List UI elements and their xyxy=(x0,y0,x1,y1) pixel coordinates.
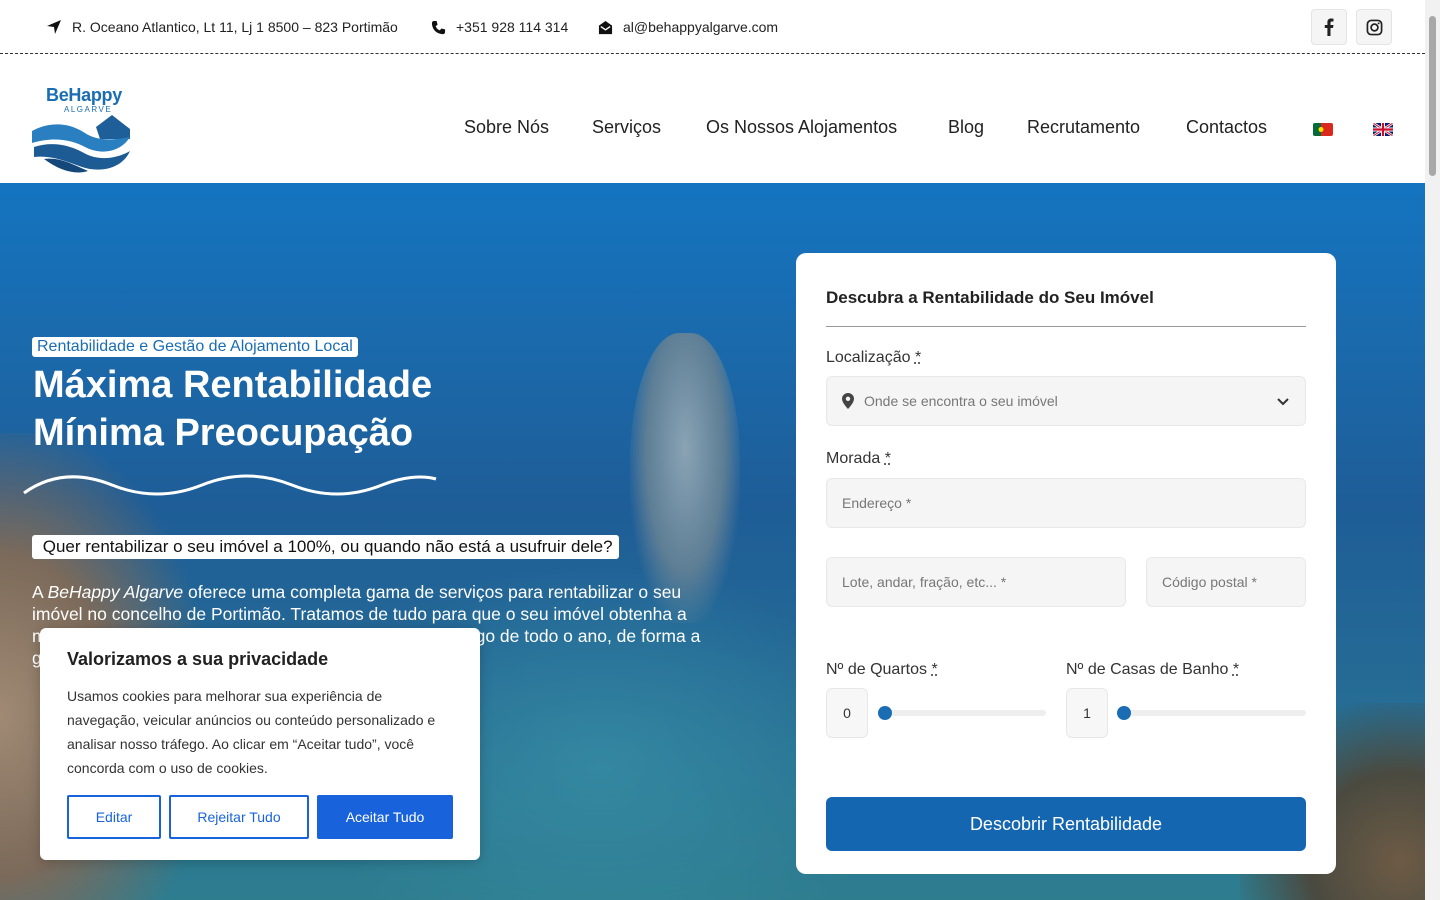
phone-icon xyxy=(431,20,446,34)
page-scrollbar[interactable] xyxy=(1425,0,1440,900)
facebook-icon xyxy=(1324,18,1334,36)
email-text: al@behappyalgarve.com xyxy=(623,19,779,35)
hero-headline: Máxima Rentabilidade Mínima Preocupação xyxy=(33,361,432,457)
address-text: R. Oceano Atlantico, Lt 11, Lj 1 8500 – … xyxy=(72,19,398,35)
instagram-button[interactable] xyxy=(1356,9,1392,45)
cookie-reject-button[interactable]: Rejeitar Tudo xyxy=(169,795,309,839)
para-prefix: A xyxy=(32,582,48,602)
portugal-flag-icon[interactable] xyxy=(1313,123,1333,136)
nav-sobre-nos[interactable]: Sobre Nós xyxy=(464,117,549,138)
form-title: Descubra a Rentabilidade do Seu Imóvel xyxy=(826,288,1154,307)
nav-alojamentos[interactable]: Os Nossos Alojamentos xyxy=(706,117,897,138)
envelope-icon xyxy=(598,20,613,34)
hero-question: 󠁧󠁢 Quer rentabilizar o seu imóvel a 100%… xyxy=(32,535,619,559)
profitability-form: Descubra a Rentabilidade do Seu Imóvel L… xyxy=(796,253,1336,874)
form-divider xyxy=(826,326,1306,327)
map-pin-icon xyxy=(842,393,854,409)
location-arrow-icon xyxy=(47,20,61,34)
baths-label: Nº de Casas de Banho * xyxy=(1066,661,1240,678)
cookie-accept-button[interactable]: Aceitar Tudo xyxy=(317,795,453,839)
headline-line-1: Máxima Rentabilidade xyxy=(33,364,433,406)
rooms-slider-track[interactable] xyxy=(878,710,1046,716)
phone-text: +351 928 114 314 xyxy=(456,19,569,35)
rooms-value[interactable]: 0 xyxy=(826,688,868,738)
scrollbar-thumb[interactable] xyxy=(1429,16,1436,176)
wave-divider-icon xyxy=(23,474,437,496)
cookie-edit-button[interactable]: Editar xyxy=(67,795,161,839)
rooms-slider-thumb[interactable] xyxy=(878,706,892,720)
logo-brand-text: BeHappy xyxy=(46,85,122,105)
nav-blog[interactable]: Blog xyxy=(948,117,984,138)
chevron-down-icon xyxy=(1277,398,1289,406)
site-logo[interactable]: BeHappy ALGARVE xyxy=(30,85,140,177)
rooms-label: Nº de Quartos * xyxy=(826,661,938,678)
address-contact: R. Oceano Atlantico, Lt 11, Lj 1 8500 – … xyxy=(46,0,398,54)
cookie-description: Usamos cookies para melhorar sua experiê… xyxy=(67,688,436,776)
logo-waves-icon xyxy=(32,115,130,173)
nav-contactos[interactable]: Contactos xyxy=(1186,117,1267,138)
top-bar: R. Oceano Atlantico, Lt 11, Lj 1 8500 – … xyxy=(0,0,1425,54)
nav-servicos[interactable]: Serviços xyxy=(592,117,661,138)
location-placeholder: Onde se encontra o seu imóvel xyxy=(864,393,1058,409)
uk-flag-icon[interactable] xyxy=(1373,123,1393,136)
hero-tagline: Rentabilidade e Gestão de Alojamento Loc… xyxy=(32,337,358,357)
facebook-button[interactable] xyxy=(1311,9,1347,45)
lot-input[interactable]: Lote, andar, fração, etc... * xyxy=(826,557,1126,607)
phone-contact[interactable]: +351 928 114 314 xyxy=(431,0,568,54)
cookie-title: Valorizamos a sua privacidade xyxy=(67,649,329,669)
main-header: BeHappy ALGARVE Sobre Nós Serviços Os No… xyxy=(0,55,1425,183)
address-placeholder: Endereço * xyxy=(842,495,912,511)
cookie-consent-banner: Valorizamos a sua privacidade Usamos coo… xyxy=(40,628,480,860)
postal-code-input[interactable]: Código postal * xyxy=(1146,557,1306,607)
submit-button[interactable]: Descobrir Rentabilidade xyxy=(826,797,1306,851)
baths-slider-track[interactable] xyxy=(1117,710,1306,716)
baths-value[interactable]: 1 xyxy=(1066,688,1108,738)
address-label: Morada * xyxy=(826,450,891,467)
location-select[interactable]: Onde se encontra o seu imóvel xyxy=(826,376,1306,426)
lot-placeholder: Lote, andar, fração, etc... * xyxy=(842,574,1007,590)
postal-placeholder: Código postal * xyxy=(1162,574,1257,590)
nav-recrutamento[interactable]: Recrutamento xyxy=(1027,117,1140,138)
email-contact[interactable]: al@behappyalgarve.com xyxy=(598,0,778,54)
headline-line-2: Mínima Preocupação xyxy=(33,412,414,454)
baths-slider-thumb[interactable] xyxy=(1117,706,1131,720)
para-brand: BeHappy Algarve xyxy=(47,582,184,602)
address-input[interactable]: Endereço * xyxy=(826,478,1306,528)
instagram-icon xyxy=(1366,19,1382,35)
location-label: Localização * xyxy=(826,349,922,366)
